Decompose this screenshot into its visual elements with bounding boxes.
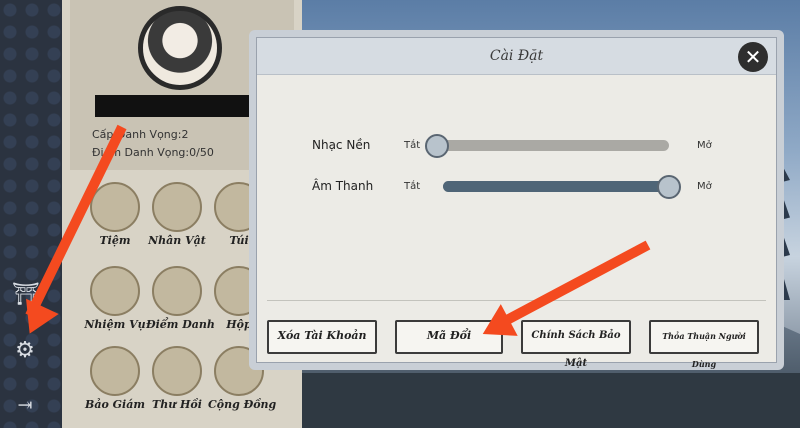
- feature-letters[interactable]: Thư Hồi: [146, 346, 208, 420]
- music-slider[interactable]: [425, 134, 669, 158]
- delete-account-button[interactable]: Xóa Tài Khoản: [267, 320, 377, 354]
- feature-label: Điểm Danh: [146, 318, 215, 331]
- feature-label: Bảo Giám: [85, 398, 145, 411]
- music-label: Nhạc Nền: [312, 138, 371, 152]
- sound-on-label: Mở: [697, 181, 712, 192]
- logout-icon[interactable]: ⇥: [12, 393, 38, 419]
- sound-label: Âm Thanh: [312, 179, 374, 193]
- left-toolbar: ⛩ ⚙ ⇥: [0, 0, 62, 428]
- user-agreement-button[interactable]: Thỏa Thuận Người Dùng: [649, 320, 759, 369]
- dialog-title: Cài Đặt: [489, 48, 544, 64]
- privacy-policy-button[interactable]: Chính Sách Bảo Mật: [521, 320, 631, 369]
- redacted-name: [95, 95, 255, 117]
- gear-icon[interactable]: ⚙: [12, 338, 38, 364]
- dialog-divider: [267, 300, 766, 301]
- reputation-level: Cấp Danh Vọng:2: [92, 128, 189, 141]
- feature-label: Tiệm: [99, 234, 131, 247]
- feature-quests[interactable]: Nhiệm Vụ: [84, 266, 146, 340]
- close-icon[interactable]: ✕: [738, 42, 768, 72]
- music-on-label: Mở: [697, 140, 712, 151]
- dialog-header: Cài Đặt ✕: [257, 38, 776, 75]
- character-icon: [152, 182, 202, 232]
- music-off-label: Tắt: [404, 140, 421, 151]
- book-icon: [90, 346, 140, 396]
- sound-off-label: Tắt: [404, 181, 421, 192]
- feature-checkin[interactable]: Điểm Danh: [146, 266, 215, 340]
- shop-icon: [90, 182, 140, 232]
- feature-label: Nhiệm Vụ: [84, 318, 146, 331]
- checkin-icon: [152, 266, 202, 316]
- sound-slider[interactable]: [443, 175, 681, 199]
- ground: [240, 373, 800, 428]
- sound-slider-fill: [443, 181, 669, 192]
- feature-label: Thư Hồi: [152, 398, 202, 411]
- feature-treasury[interactable]: Bảo Giám: [84, 346, 146, 420]
- scroll-icon: [90, 266, 140, 316]
- sound-slider-knob[interactable]: [657, 175, 681, 199]
- letter-icon: [152, 346, 202, 396]
- feature-character[interactable]: Nhân Vật: [146, 182, 208, 256]
- feature-label: Cộng Đồng: [208, 398, 277, 411]
- music-slider-knob[interactable]: [425, 134, 449, 158]
- feature-label: Nhân Vật: [148, 234, 206, 247]
- avatar[interactable]: [138, 6, 222, 90]
